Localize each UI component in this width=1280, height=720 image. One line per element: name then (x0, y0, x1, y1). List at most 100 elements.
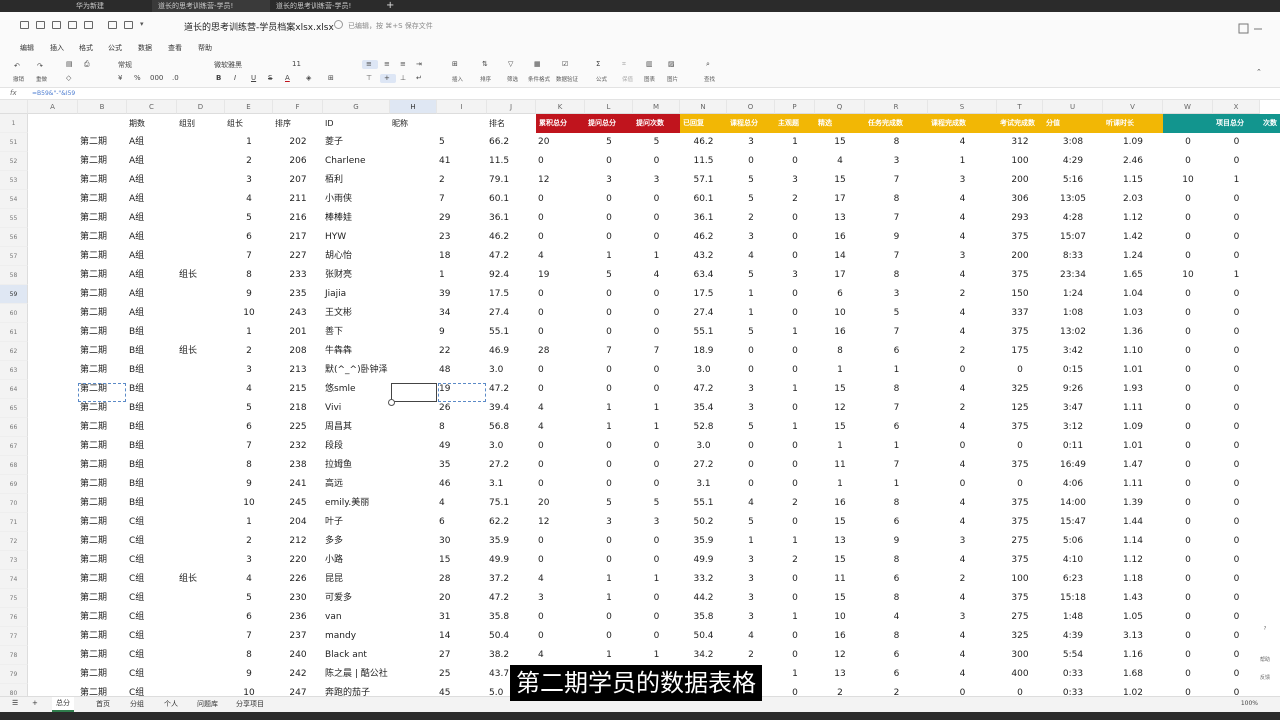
font-size-select[interactable]: 11 (292, 60, 301, 68)
table-cell[interactable]: 4 (928, 304, 997, 323)
table-cell[interactable]: 312 (997, 133, 1043, 152)
table-cell[interactable]: 235 (273, 285, 323, 304)
table-cell[interactable]: 247 (273, 684, 323, 696)
table-cell[interactable]: 0 (775, 475, 815, 494)
table-cell[interactable]: 0 (585, 209, 633, 228)
table-cell[interactable]: 0 (536, 190, 585, 209)
table-cell[interactable]: 0 (633, 304, 680, 323)
table-cell[interactable]: 10 (815, 608, 865, 627)
table-cell[interactable] (177, 171, 225, 190)
table-cell[interactable]: 0 (536, 551, 585, 570)
menu-help[interactable]: 帮助 (198, 43, 212, 53)
row-number[interactable]: 69 (0, 475, 28, 494)
table-cell[interactable]: 4 (928, 665, 997, 684)
table-cell[interactable]: 75.1 (487, 494, 536, 513)
table-cell[interactable]: 第二期 (78, 418, 127, 437)
table-cell[interactable] (390, 494, 437, 513)
table-cell[interactable]: 1 (225, 513, 273, 532)
font-color-icon[interactable]: A (285, 74, 290, 82)
table-cell[interactable]: 0 (775, 646, 815, 665)
table-cell[interactable]: 4 (225, 570, 273, 589)
table-cell[interactable]: 0 (633, 152, 680, 171)
table-cell[interactable]: 62.2 (487, 513, 536, 532)
row-number[interactable]: 1 (0, 114, 28, 133)
table-cell[interactable] (177, 627, 225, 646)
table-cell[interactable]: 第二期 (78, 608, 127, 627)
share-icon[interactable] (84, 21, 93, 29)
table-cell[interactable]: 7 (865, 456, 928, 475)
row-number[interactable]: 80 (0, 684, 28, 696)
table-cell[interactable]: 4 (225, 380, 273, 399)
redo-icon[interactable]: ↷ (37, 62, 43, 70)
format-painter-icon[interactable]: ▤ (66, 60, 73, 68)
header-cell[interactable]: 组别 (177, 114, 225, 133)
row-number[interactable]: 61 (0, 323, 28, 342)
table-cell[interactable]: 375 (997, 228, 1043, 247)
table-cell[interactable]: 0 (1213, 228, 1260, 247)
table-cell[interactable]: 0 (727, 456, 775, 475)
table-cell[interactable] (390, 570, 437, 589)
table-cell[interactable]: 13 (815, 209, 865, 228)
table-cell[interactable]: 46.2 (680, 228, 727, 247)
table-cell[interactable]: 菱子 (323, 133, 390, 152)
table-cell[interactable]: 8 (865, 627, 928, 646)
table-cell[interactable] (177, 152, 225, 171)
table-cell[interactable]: 0 (585, 361, 633, 380)
table-cell[interactable]: 1.16 (1103, 646, 1163, 665)
new-tab-icon[interactable]: + (386, 0, 394, 12)
table-cell[interactable]: 207 (273, 171, 323, 190)
table-cell[interactable]: 0 (1163, 551, 1213, 570)
column-header-l[interactable]: L (585, 100, 633, 114)
table-cell[interactable]: 0 (585, 190, 633, 209)
table-cell[interactable]: 1 (225, 133, 273, 152)
table-cell[interactable]: 49 (437, 437, 487, 456)
table-cell[interactable]: 3 (225, 171, 273, 190)
table-cell[interactable]: 7 (865, 399, 928, 418)
table-cell[interactable]: 0 (1163, 380, 1213, 399)
table-cell[interactable]: 0 (1213, 323, 1260, 342)
table-cell[interactable] (390, 266, 437, 285)
table-cell[interactable]: 0 (1213, 418, 1260, 437)
table-cell[interactable]: 1 (1213, 171, 1260, 190)
table-cell[interactable]: 0 (585, 152, 633, 171)
table-cell[interactable]: 0 (1163, 475, 1213, 494)
table-cell[interactable]: 第二期 (78, 475, 127, 494)
table-cell[interactable]: 第二期 (78, 133, 127, 152)
table-cell[interactable]: 第二期 (78, 684, 127, 696)
table-cell[interactable]: 1.01 (1103, 361, 1163, 380)
table-cell[interactable]: 第二期 (78, 228, 127, 247)
table-cell[interactable]: 0 (1163, 247, 1213, 266)
table-cell[interactable]: 41 (437, 152, 487, 171)
table-cell[interactable]: 10 (1163, 266, 1213, 285)
table-cell[interactable]: B组 (127, 323, 177, 342)
table-cell[interactable]: 11 (815, 456, 865, 475)
table-cell[interactable] (177, 209, 225, 228)
table-cell[interactable]: 0 (1213, 532, 1260, 551)
table-cell[interactable]: 1 (865, 475, 928, 494)
table-cell[interactable] (177, 190, 225, 209)
table-cell[interactable]: 20 (536, 133, 585, 152)
table-cell[interactable]: 1.24 (1103, 247, 1163, 266)
table-cell[interactable] (177, 684, 225, 696)
table-cell[interactable]: 3 (727, 589, 775, 608)
table-cell[interactable]: 47.2 (487, 380, 536, 399)
table-cell[interactable]: 0 (585, 304, 633, 323)
sheet-tab[interactable]: 分组 (130, 699, 144, 709)
window-controls[interactable] (1238, 20, 1268, 34)
table-cell[interactable]: 3:47 (1043, 399, 1103, 418)
table-cell[interactable]: 16:49 (1043, 456, 1103, 475)
table-cell[interactable]: 55.1 (487, 323, 536, 342)
table-cell[interactable]: 0 (633, 456, 680, 475)
sheet-tab[interactable]: 个人 (164, 699, 178, 709)
table-cell[interactable]: 4 (727, 494, 775, 513)
table-cell[interactable]: 胡心怡 (323, 247, 390, 266)
header-cell[interactable]: 昵称 (390, 114, 437, 133)
header-cell[interactable]: 分值 (1043, 114, 1103, 133)
table-cell[interactable]: 202 (273, 133, 323, 152)
table-cell[interactable]: 0 (633, 589, 680, 608)
table-cell[interactable]: 7 (865, 247, 928, 266)
table-cell[interactable]: 1:48 (1043, 608, 1103, 627)
table-cell[interactable]: 悠smle (323, 380, 390, 399)
column-header-q[interactable]: Q (815, 100, 865, 114)
table-cell[interactable]: 5:54 (1043, 646, 1103, 665)
